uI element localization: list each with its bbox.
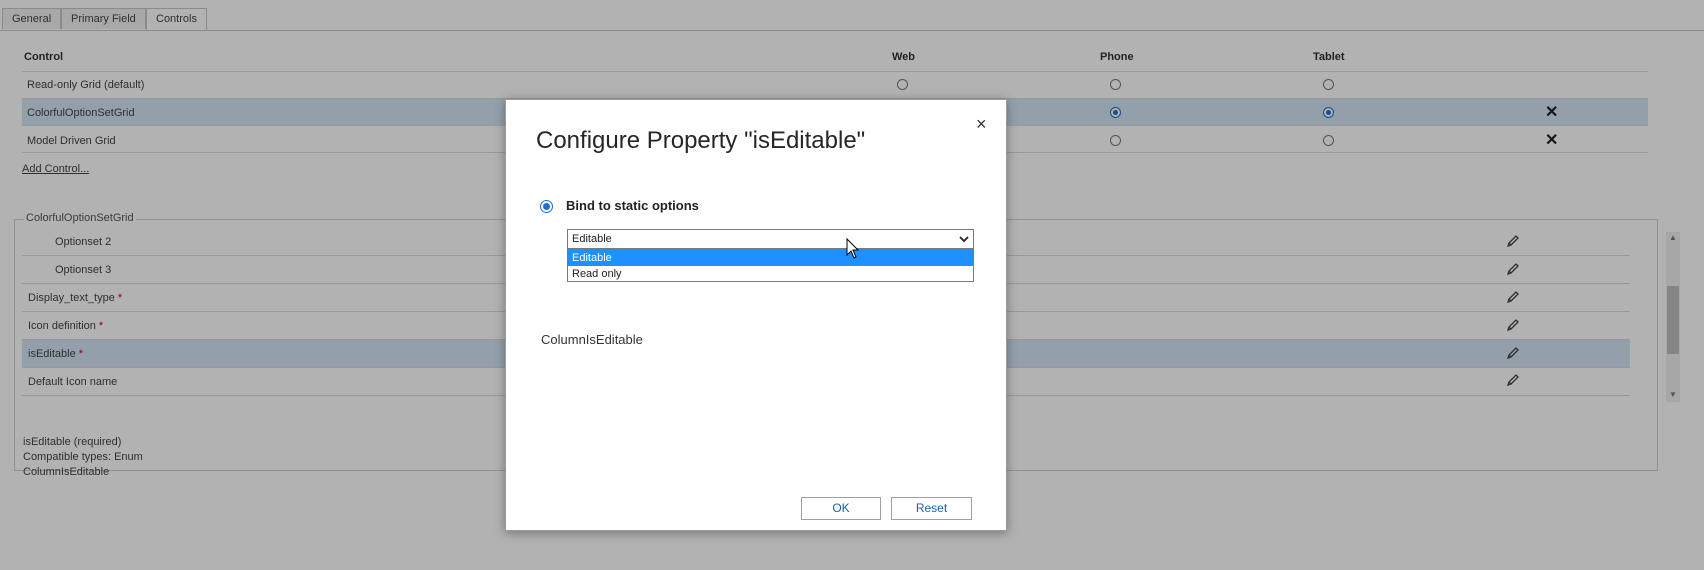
dialog-title: Configure Property "isEditable" — [536, 127, 866, 154]
bind-static-radio[interactable] — [540, 200, 553, 213]
option-editable[interactable]: Editable — [568, 250, 973, 266]
column-name: ColumnIsEditable — [541, 332, 643, 347]
select-value: Editable — [572, 233, 612, 245]
mouse-cursor-icon — [846, 238, 860, 259]
configure-property-dialog: Configure Property "isEditable" × Bind t… — [505, 99, 1007, 531]
chevron-down-icon — [959, 236, 969, 243]
options-dropdown-list: Editable Read only — [567, 249, 974, 282]
close-icon[interactable]: × — [976, 114, 987, 135]
reset-button[interactable]: Reset — [891, 497, 972, 520]
ok-button[interactable]: OK — [801, 497, 881, 520]
option-read-only[interactable]: Read only — [568, 266, 973, 282]
bind-static-label: Bind to static options — [566, 198, 699, 213]
static-options-select[interactable]: Editable — [567, 229, 974, 249]
